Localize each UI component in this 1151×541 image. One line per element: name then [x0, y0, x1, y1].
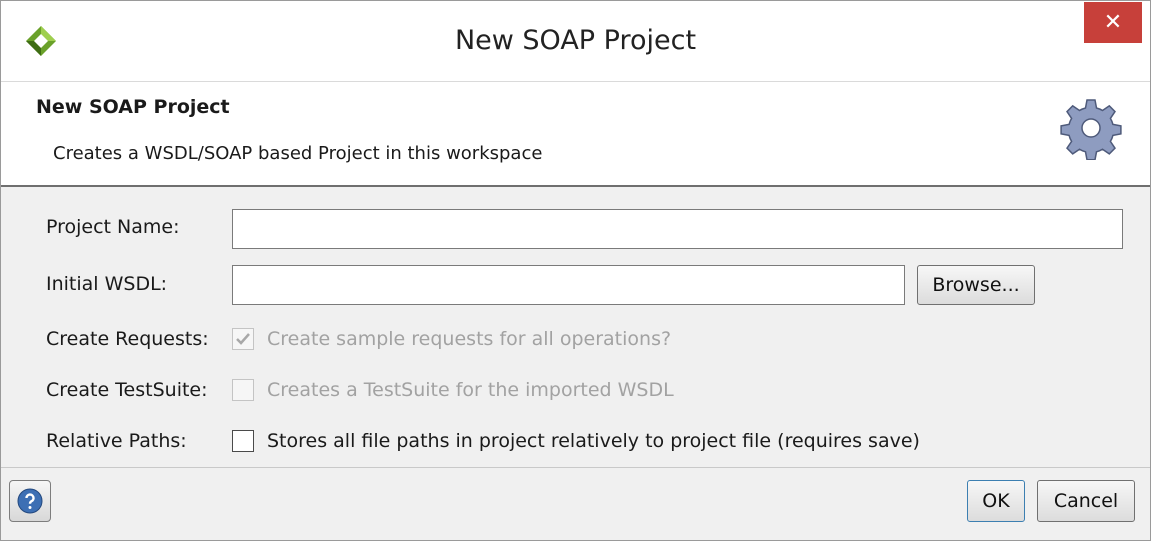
banner-description: Creates a WSDL/SOAP based Project in thi… — [53, 143, 543, 164]
relative-paths-checkbox[interactable] — [232, 430, 254, 452]
create-testsuite-checkbox[interactable] — [232, 379, 254, 401]
cancel-button[interactable]: Cancel — [1037, 480, 1135, 522]
initial-wsdl-input[interactable] — [232, 265, 905, 305]
create-testsuite-text: Creates a TestSuite for the imported WSD… — [267, 379, 674, 401]
relative-paths-label: Relative Paths: — [46, 430, 187, 452]
create-requests-checkbox[interactable] — [232, 328, 254, 350]
help-icon — [17, 488, 43, 514]
gear-icon — [1060, 99, 1122, 160]
relative-paths-text: Stores all file paths in project relativ… — [267, 430, 920, 452]
close-icon: ✕ — [1103, 10, 1123, 35]
ok-button[interactable]: OK — [967, 480, 1025, 522]
new-soap-project-dialog: New SOAP Project ✕ New SOAP Project Crea… — [0, 0, 1151, 541]
create-requests-label: Create Requests: — [46, 328, 209, 350]
window-title: New SOAP Project — [454, 25, 697, 56]
browse-button[interactable]: Browse... — [917, 265, 1035, 305]
project-name-label: Project Name: — [46, 216, 180, 238]
create-testsuite-label: Create TestSuite: — [46, 379, 208, 401]
create-requests-text: Create sample requests for all operation… — [267, 328, 672, 350]
footer-divider — [1, 467, 1150, 468]
checkmark-icon — [236, 333, 250, 345]
initial-wsdl-label: Initial WSDL: — [46, 273, 168, 295]
banner-title: New SOAP Project — [36, 96, 230, 118]
project-name-input[interactable] — [232, 209, 1123, 249]
help-button[interactable] — [9, 480, 51, 522]
title-bar[interactable]: New SOAP Project ✕ — [1, 1, 1150, 81]
close-button[interactable]: ✕ — [1084, 2, 1142, 43]
